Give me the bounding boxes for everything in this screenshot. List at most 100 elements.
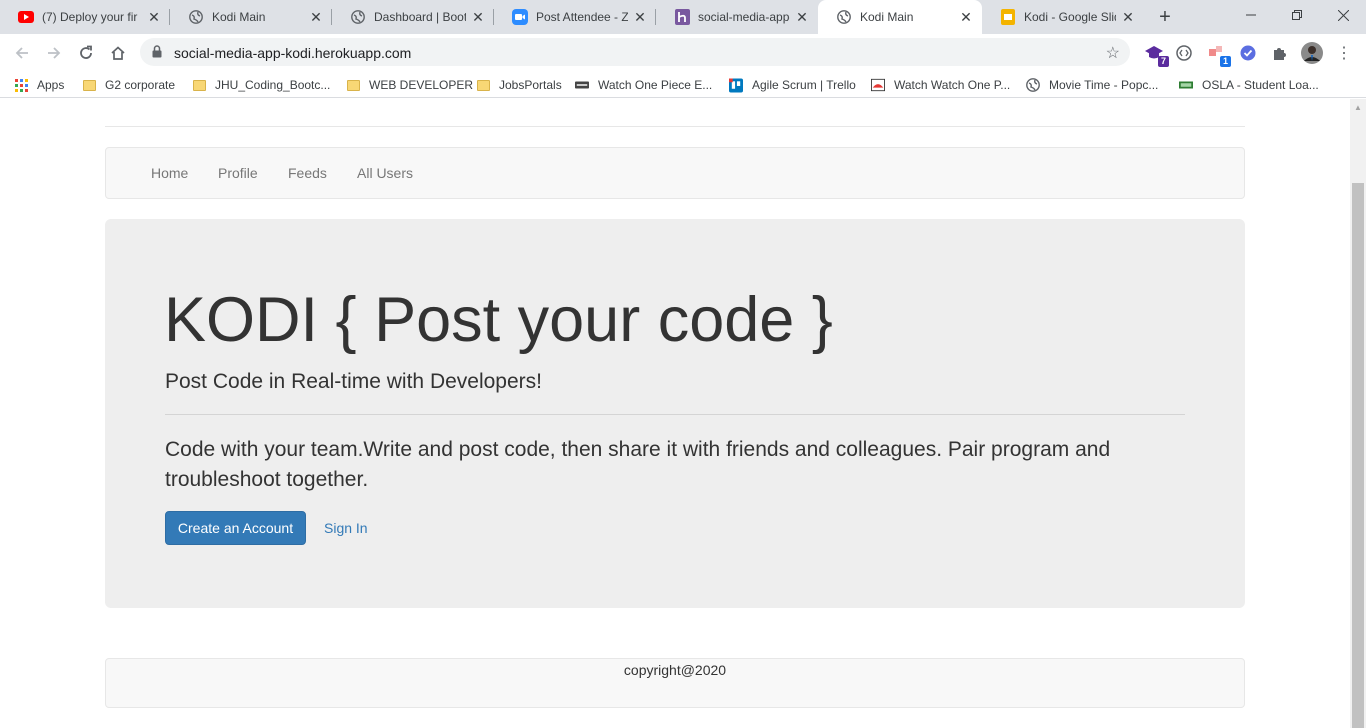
bookmark-movie-time[interactable]: Movie Time - Popc... <box>1026 76 1158 94</box>
site-navbar: Home Profile Feeds All Users <box>105 147 1245 199</box>
bookmark-label: Watch Watch One P... <box>894 78 1011 92</box>
close-tab-icon[interactable]: ✕ <box>958 9 974 25</box>
tab-kodi-main-active[interactable]: Kodi Main ✕ <box>818 0 982 34</box>
extension-graduation-icon[interactable]: 7 <box>1143 42 1169 67</box>
bookmark-label: Apps <box>37 78 65 92</box>
new-tab-button[interactable]: + <box>1153 5 1177 29</box>
bookmark-apps[interactable]: Apps <box>14 76 64 94</box>
bookmark-trello[interactable]: Agile Scrum | Trello <box>729 76 856 94</box>
apps-grid-icon <box>14 78 28 92</box>
chrome-menu-icon[interactable]: ⋮ <box>1333 42 1355 64</box>
nav-feeds[interactable]: Feeds <box>288 165 327 181</box>
extension-badge: 1 <box>1220 56 1231 67</box>
tab-title: Post Attendee - Zo <box>536 10 628 24</box>
tab-title: Kodi Main <box>212 10 266 24</box>
bookmark-star-icon[interactable]: ☆ <box>1106 43 1120 63</box>
minimize-icon[interactable] <box>1228 0 1274 30</box>
hero-description: Code with your team.Write and post code,… <box>165 438 1111 491</box>
zoom-icon <box>512 9 528 25</box>
create-account-button[interactable]: Create an Account <box>165 511 306 545</box>
bookmark-label: G2 corporate <box>105 78 176 92</box>
nav-profile[interactable]: Profile <box>218 165 258 181</box>
extension-badge: 7 <box>1158 56 1169 67</box>
bookmark-label: OSLA - Student Loa... <box>1202 78 1319 92</box>
browser-window: (7) Deploy your fir ✕ Kodi Main ✕ Dashbo… <box>0 0 1366 728</box>
bookmark-osla[interactable]: OSLA - Student Loa... <box>1179 76 1319 94</box>
address-bar[interactable]: social-media-app-kodi.herokuapp.com ☆ <box>140 38 1130 66</box>
globe-icon <box>836 9 852 25</box>
extension-shapes-icon[interactable]: 1 <box>1205 42 1231 67</box>
forward-icon[interactable] <box>40 39 68 67</box>
scrollbar-thumb[interactable] <box>1352 183 1364 728</box>
bookmark-label: WEB DEVELOPER <box>369 78 474 92</box>
back-icon[interactable] <box>8 39 36 67</box>
nav-all-users[interactable]: All Users <box>357 165 413 181</box>
folder-icon <box>346 78 360 92</box>
bookmark-label: Agile Scrum | Trello <box>752 78 856 92</box>
tab-title: (7) Deploy your fir <box>42 10 138 24</box>
bookmark-label: JHU_Coding_Bootc... <box>215 78 331 92</box>
reload-icon[interactable] <box>72 39 100 67</box>
bookmark-jobsportals[interactable]: JobsPortals <box>476 76 562 94</box>
bookmarks-bar: Apps G2 corporate JHU_Coding_Bootc... WE… <box>0 72 1366 98</box>
heroku-icon <box>674 9 690 25</box>
tab-dashboard[interactable]: Dashboard | Bootc ✕ <box>332 0 494 34</box>
bookmark-label: JobsPortals <box>499 78 562 92</box>
site-footer: copyright@2020 <box>105 658 1245 708</box>
browser-toolbar: social-media-app-kodi.herokuapp.com ☆ 7 … <box>0 34 1366 72</box>
folder-icon <box>192 78 206 92</box>
divider <box>165 414 1185 415</box>
site-icon <box>575 78 589 92</box>
home-icon[interactable] <box>104 39 132 67</box>
divider <box>105 126 1245 127</box>
sign-in-link[interactable]: Sign In <box>324 520 368 536</box>
copyright-text: copyright@2020 <box>623 662 727 678</box>
close-tab-icon[interactable]: ✕ <box>1120 9 1136 25</box>
globe-icon <box>1026 78 1040 92</box>
extensions-puzzle-icon[interactable] <box>1269 42 1291 64</box>
tab-title: social-media-app- <box>698 10 790 24</box>
tab-heroku[interactable]: social-media-app- ✕ <box>656 0 818 34</box>
bookmark-one-piece[interactable]: Watch One Piece E... <box>575 76 712 94</box>
youtube-icon <box>18 9 34 25</box>
globe-icon <box>188 9 204 25</box>
bookmark-web-developer[interactable]: WEB DEVELOPER <box>346 76 473 94</box>
url-text: social-media-app-kodi.herokuapp.com <box>174 45 412 61</box>
folder-icon <box>476 78 490 92</box>
bookmark-jhu-coding[interactable]: JHU_Coding_Bootc... <box>192 76 330 94</box>
hero-lead: Post Code in Real-time with Developers! <box>165 370 542 393</box>
site-icon <box>1179 78 1193 92</box>
trello-icon <box>729 78 743 92</box>
tab-zoom[interactable]: Post Attendee - Zo ✕ <box>494 0 656 34</box>
nav-home[interactable]: Home <box>151 165 188 181</box>
bookmark-label: Movie Time - Popc... <box>1049 78 1159 92</box>
tab-youtube[interactable]: (7) Deploy your fir ✕ <box>0 0 170 34</box>
lock-icon[interactable] <box>152 45 162 63</box>
bookmark-g2-corporate[interactable]: G2 corporate <box>82 76 175 94</box>
folder-icon <box>82 78 96 92</box>
close-tab-icon[interactable]: ✕ <box>146 9 162 25</box>
google-slides-icon <box>1000 9 1016 25</box>
extension-code-icon[interactable] <box>1173 42 1195 64</box>
page-viewport: Home Profile Feeds All Users KODI { Post… <box>0 99 1350 728</box>
close-tab-icon[interactable]: ✕ <box>470 9 486 25</box>
close-window-icon[interactable] <box>1320 0 1366 30</box>
globe-icon <box>350 9 366 25</box>
close-tab-icon[interactable]: ✕ <box>794 9 810 25</box>
tab-strip: (7) Deploy your fir ✕ Kodi Main ✕ Dashbo… <box>0 0 1366 34</box>
hero-jumbotron: KODI { Post your code } Post Code in Rea… <box>105 219 1245 608</box>
profile-avatar-icon[interactable] <box>1301 42 1323 64</box>
extension-check-icon[interactable] <box>1237 42 1259 64</box>
bookmark-watch-one-piece[interactable]: Watch Watch One P... <box>871 76 1010 94</box>
tab-title: Kodi - Google Slid <box>1024 10 1116 24</box>
scroll-up-arrow-icon[interactable]: ▲ <box>1350 99 1366 115</box>
tab-title: Kodi Main <box>860 10 914 24</box>
tab-kodi-main-1[interactable]: Kodi Main ✕ <box>170 0 332 34</box>
close-tab-icon[interactable]: ✕ <box>308 9 324 25</box>
tab-google-slides[interactable]: Kodi - Google Slid ✕ <box>982 0 1144 34</box>
hero-title: KODI { Post your code } <box>164 285 833 355</box>
site-icon <box>871 78 885 92</box>
restore-icon[interactable] <box>1274 0 1320 30</box>
tab-title: Dashboard | Bootc <box>374 10 466 24</box>
close-tab-icon[interactable]: ✕ <box>632 9 648 25</box>
